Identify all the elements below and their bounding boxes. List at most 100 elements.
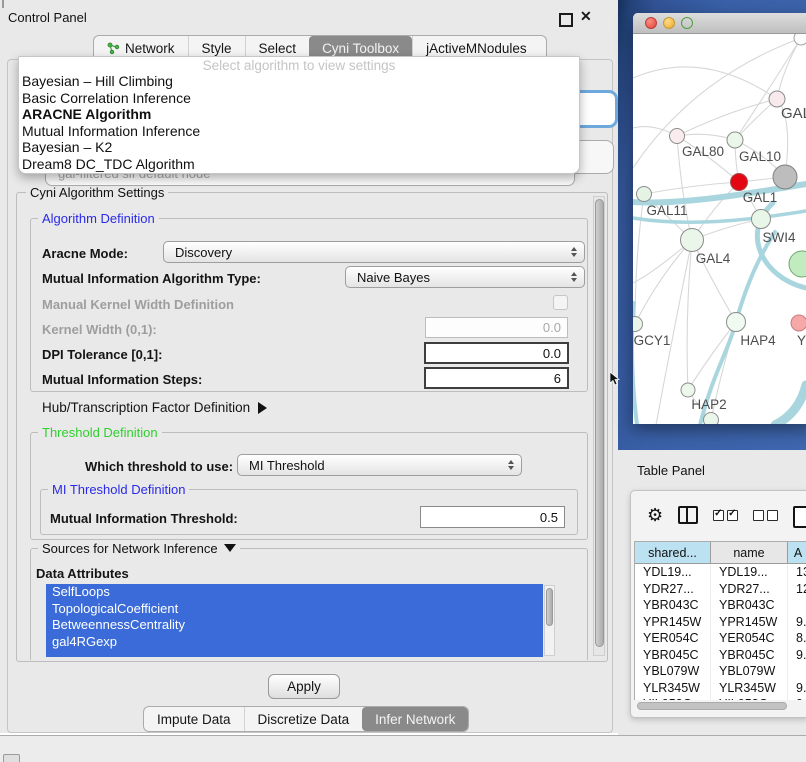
attributes-scrollbar-track[interactable] — [544, 585, 555, 656]
expand-right-icon — [258, 402, 267, 414]
collapse-down-icon — [224, 544, 236, 552]
kernel-width-label: Kernel Width (0,1): — [42, 322, 157, 337]
close-traffic-light-icon[interactable] — [645, 17, 657, 29]
mi-type-combobox[interactable]: Naive Bayes — [345, 266, 585, 288]
table-cell: 9. — [788, 647, 806, 664]
tab-network-label: Network — [125, 41, 175, 56]
table-hscrollbar-thumb[interactable] — [637, 702, 787, 710]
columns-icon[interactable] — [678, 506, 698, 524]
document-icon[interactable] — [793, 506, 806, 528]
attribute-list-item[interactable]: gal4RGexp — [46, 634, 543, 651]
sources-title[interactable]: Sources for Network Inference — [38, 541, 240, 556]
dropdown-item[interactable]: Bayesian – K2 — [19, 139, 579, 156]
mi-steps-field[interactable]: 6 — [424, 367, 569, 389]
table-row[interactable]: YBL079WYBL079W — [635, 663, 806, 680]
close-icon[interactable]: ✕ — [580, 8, 592, 25]
network-node[interactable] — [794, 34, 806, 45]
table-cell: YPR145W — [711, 614, 788, 631]
aracne-mode-combobox[interactable]: Discovery — [163, 241, 585, 263]
dropdown-item[interactable]: ARACNE Algorithm — [19, 106, 579, 123]
attributes-scrollbar-thumb[interactable] — [546, 588, 553, 626]
column-header-partial[interactable]: A — [788, 542, 806, 563]
mi-threshold-field[interactable]: 0.5 — [420, 506, 565, 528]
network-edge — [644, 182, 739, 194]
table-row[interactable]: YPR145WYPR145W9. — [635, 614, 806, 631]
tab-impute-data[interactable]: Impute Data — [144, 707, 244, 731]
table-cell: YBL079W — [635, 663, 711, 680]
tab-discretize-data[interactable]: Discretize Data — [244, 707, 363, 731]
network-node[interactable] — [704, 413, 719, 425]
attribute-list-item[interactable]: SelfLoops — [46, 584, 543, 601]
network-node-gal1[interactable] — [731, 174, 748, 191]
which-threshold-combobox[interactable]: MI Threshold — [237, 454, 522, 476]
table-row[interactable]: YBR043CYBR043C — [635, 597, 806, 614]
column-header-name[interactable]: name — [711, 542, 788, 563]
manual-kernel-label: Manual Kernel Width Definition — [42, 297, 234, 312]
network-node[interactable] — [773, 165, 797, 189]
table-row[interactable]: YER054CYER054C8. — [635, 630, 806, 647]
bottom-left-button[interactable] — [3, 754, 20, 762]
table-row[interactable]: YDR27...YDR27...12 — [635, 581, 806, 598]
kernel-width-field[interactable]: 0.0 — [425, 317, 568, 338]
table-row[interactable]: YLR345WYLR345W9. — [635, 680, 806, 697]
table-row[interactable]: YIL052CYIL052C9 — [635, 696, 806, 700]
screen: Control Panel ✕ Network Style Select Cyn… — [0, 0, 806, 762]
apply-button[interactable]: Apply — [268, 674, 340, 699]
network-canvas[interactable]: GALGAL80GAL10GAL1GAL11SWI4GAL4GCY1HAP4YH… — [633, 34, 806, 424]
table-cell: YBR045C — [711, 647, 788, 664]
network-node-label: Y — [797, 333, 806, 348]
settings-scrollbar-track[interactable] — [593, 196, 605, 656]
combobox-arrows-icon — [571, 272, 577, 282]
network-node-hap2[interactable] — [681, 383, 695, 397]
float-window-icon[interactable] — [559, 13, 573, 27]
hub-definition-expander[interactable]: Hub/Transcription Factor Definition — [42, 400, 267, 415]
table-hscrollbar-track[interactable] — [637, 702, 803, 711]
settings-scrollbar-thumb[interactable] — [595, 199, 604, 647]
mi-type-label: Mutual Information Algorithm Type: — [42, 271, 261, 286]
deselect-all-checks-icon[interactable] — [753, 510, 778, 521]
dropdown-item[interactable]: Dream8 DC_TDC Algorithm — [19, 156, 579, 173]
column-header-shared-name[interactable]: shared... — [635, 542, 711, 563]
network-node-gal80[interactable] — [670, 129, 685, 144]
network-node-label: GAL1 — [743, 190, 778, 205]
network-node[interactable] — [789, 251, 806, 277]
zoom-traffic-light-icon[interactable] — [681, 17, 693, 29]
dropdown-hint: Select algorithm to view settings — [19, 57, 579, 73]
table-cell: YBR043C — [635, 597, 711, 614]
table-cell: 9. — [788, 680, 806, 697]
dropdown-item[interactable]: Basic Correlation Inference — [19, 90, 579, 107]
network-icon — [107, 42, 120, 55]
minimize-traffic-light-icon[interactable] — [663, 17, 675, 29]
dropdown-item-list: Bayesian – Hill ClimbingBasic Correlatio… — [19, 73, 579, 173]
network-node-gal10[interactable] — [727, 132, 743, 148]
network-node-gal11[interactable] — [637, 187, 652, 202]
window-edge-notch — [2, 0, 4, 8]
table-row[interactable]: YDL19...YDL19...13 — [635, 564, 806, 581]
network-node-hap4[interactable] — [727, 313, 746, 332]
combobox-arrows-icon — [571, 247, 577, 257]
manual-kernel-checkbox[interactable] — [553, 295, 568, 310]
network-node-gal4[interactable] — [681, 229, 704, 252]
attribute-list-item[interactable]: TopologicalCoefficient — [46, 601, 543, 618]
dpi-tolerance-field[interactable]: 0.0 — [424, 342, 569, 364]
select-all-checks-icon[interactable] — [713, 510, 738, 521]
attribute-list-item[interactable]: BetweennessCentrality — [46, 617, 543, 634]
dropdown-item[interactable]: Bayesian – Hill Climbing — [19, 73, 579, 90]
attribute-list-item-partial[interactable] — [46, 650, 543, 657]
network-window-titlebar[interactable] — [633, 13, 806, 34]
table-header-row: shared... name A — [635, 542, 806, 564]
network-node-y[interactable] — [791, 315, 806, 331]
node-table: shared... name A YDL19...YDL19...13YDR27… — [634, 541, 806, 700]
table-row[interactable]: YBR045CYBR045C9. — [635, 647, 806, 664]
data-attributes-list[interactable]: SelfLoopsTopologicalCoefficientBetweenne… — [46, 584, 543, 657]
network-node-gcy1[interactable] — [633, 317, 643, 332]
table-cell: YBR043C — [711, 597, 788, 614]
network-graph: GALGAL80GAL10GAL1GAL11SWI4GAL4GCY1HAP4YH… — [633, 34, 806, 424]
network-node-swi4[interactable] — [752, 210, 771, 229]
gear-icon[interactable]: ⚙ — [647, 506, 663, 524]
network-view-window: GALGAL80GAL10GAL1GAL11SWI4GAL4GCY1HAP4YH… — [633, 13, 806, 424]
dropdown-item[interactable]: Mutual Information Inference — [19, 123, 579, 140]
mi-threshold-label: Mutual Information Threshold: — [50, 511, 238, 526]
tab-infer-network[interactable]: Infer Network — [362, 707, 468, 731]
network-edge — [677, 134, 735, 140]
